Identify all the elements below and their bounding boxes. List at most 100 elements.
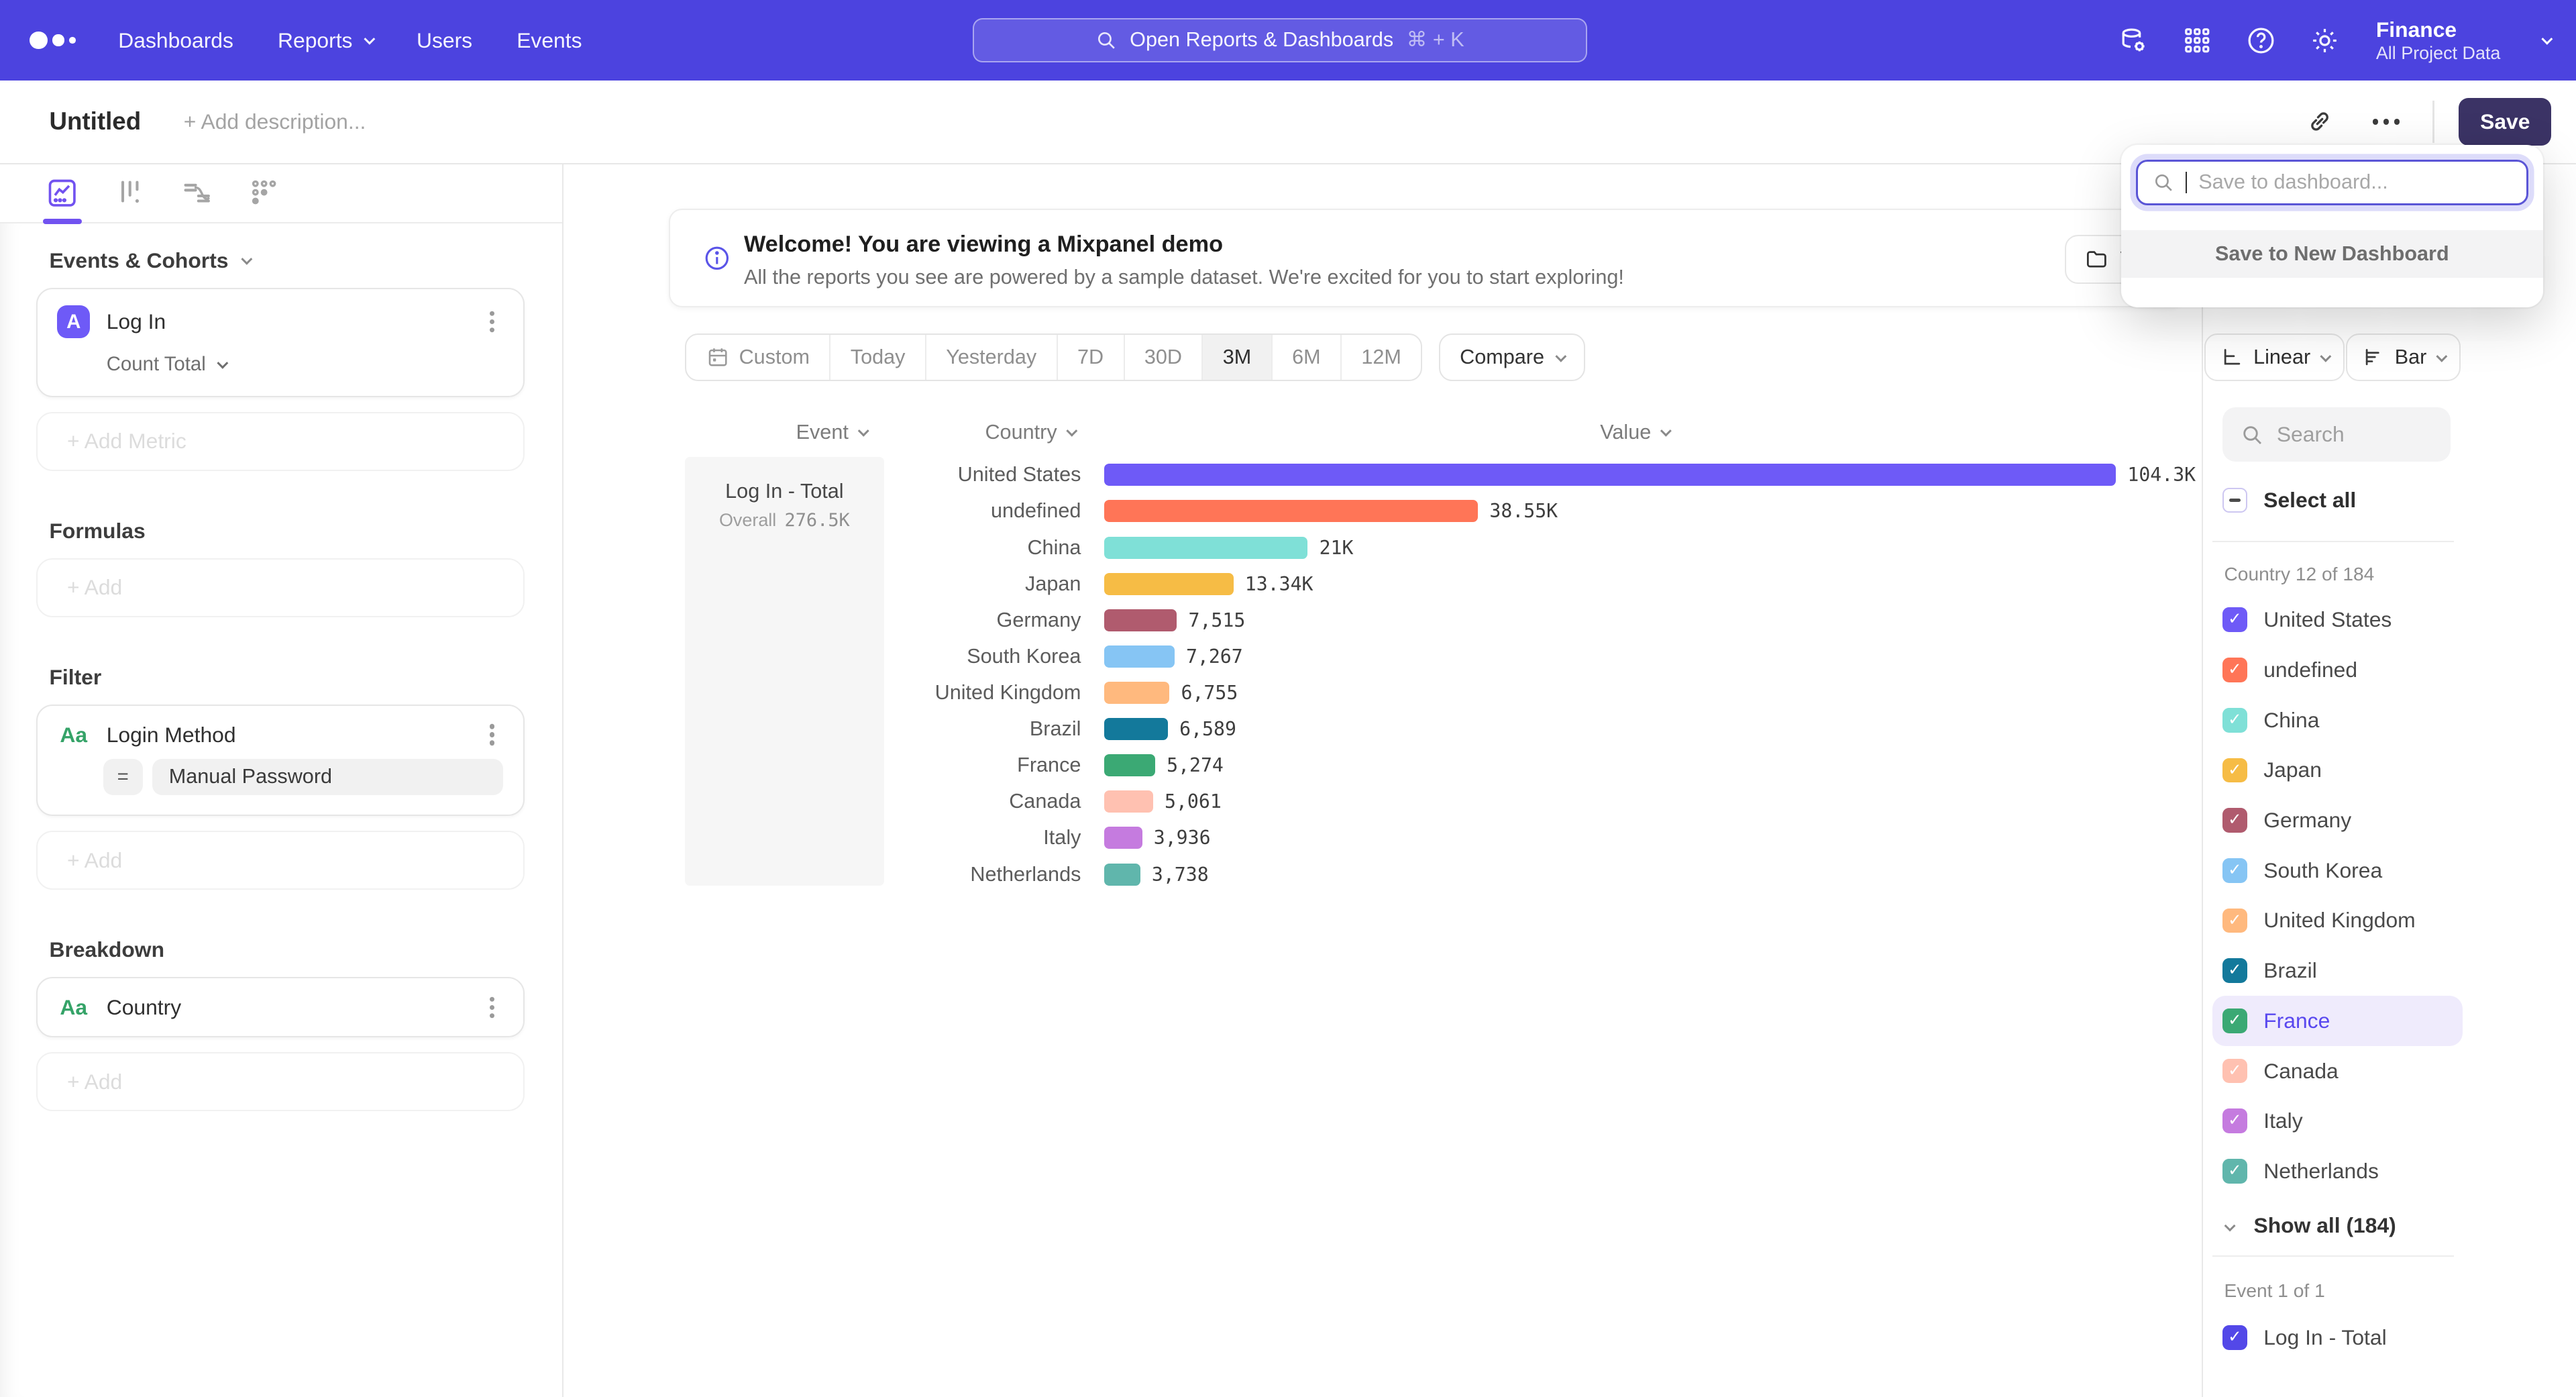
bar-segment[interactable] [1104,609,1177,631]
country-filter-item[interactable]: ✓Japan [2212,745,2462,796]
checkbox[interactable]: ✓ [2222,758,2247,783]
nav-reports[interactable]: Reports [278,28,372,53]
country-filter-item[interactable]: ✓France [2212,996,2462,1046]
country-filter-item[interactable]: ✓United Kingdom [2212,896,2462,946]
tab-insights[interactable] [43,168,83,217]
checkbox[interactable]: ✓ [2222,1325,2247,1350]
filter-kebab-menu[interactable] [480,732,503,737]
checkbox[interactable]: ✓ [2222,909,2247,933]
country-filter-item[interactable]: ✓China [2212,695,2462,745]
date-range-custom[interactable]: Custom [686,335,830,380]
country-filter-item[interactable]: ✓Netherlands [2212,1146,2462,1196]
country-filter-item[interactable]: ✓Germany [2212,795,2462,845]
date-range-today[interactable]: Today [830,335,926,380]
add-filter-button[interactable]: + Add [36,831,525,890]
top-nav: Dashboards Reports Users Events Open Rep… [0,0,2576,81]
checkbox[interactable]: ✓ [2222,708,2247,733]
chart-type-selector[interactable]: Bar [2346,333,2461,381]
bar-segment[interactable] [1104,682,1170,704]
nav-dashboards[interactable]: Dashboards [118,28,233,53]
bar-segment[interactable] [1104,464,2116,486]
date-range-30d[interactable]: 30D [1125,335,1203,380]
checkbox[interactable]: ✓ [2222,658,2247,682]
date-range-3m[interactable]: 3M [1203,335,1272,380]
metric-card[interactable]: A Log In Count Total [36,288,525,397]
bar-segment[interactable] [1104,754,1155,776]
filter-card[interactable]: Aa Login Method = Manual Password [36,705,525,816]
show-all-button[interactable]: Show all (184) [2212,1203,2396,1249]
date-range-6m[interactable]: 6M [1273,335,1342,380]
add-breakdown-button[interactable]: + Add [36,1052,525,1111]
filter-operator[interactable]: = [103,759,143,795]
country-filter-item[interactable]: ✓undefined [2212,645,2462,695]
tab-retention[interactable] [245,168,284,217]
bar-value-label: 7,515 [1189,609,1246,631]
bar-segment[interactable] [1104,864,1140,886]
report-title[interactable]: Untitled [49,107,141,136]
filter-property-name[interactable]: Login Method [107,723,464,747]
bar-segment[interactable] [1104,827,1142,849]
country-column-header[interactable]: Country [985,421,1075,444]
bar-segment[interactable] [1104,573,1234,595]
bar-segment[interactable] [1104,718,1168,740]
save-to-new-dashboard-button[interactable]: Save to New Dashboard [2121,230,2543,278]
help-icon[interactable] [2245,24,2277,57]
date-range-7d[interactable]: 7D [1058,335,1125,380]
country-filter-item[interactable]: ✓South Korea [2212,845,2462,896]
date-range-yesterday[interactable]: Yesterday [926,335,1058,380]
checkbox[interactable]: ✓ [2222,1159,2247,1184]
checkbox[interactable]: ✓ [2222,1059,2247,1084]
settings-gear-icon[interactable] [2308,24,2341,57]
date-range-12m[interactable]: 12M [1342,335,1421,380]
scale-selector[interactable]: Linear [2204,333,2345,381]
project-switcher[interactable]: Finance All Project Data [2376,17,2501,64]
add-formula-button[interactable]: + Add [36,558,525,617]
report-description-placeholder[interactable]: + Add description... [184,109,366,134]
country-filter-item[interactable]: ✓United States [2212,595,2462,645]
event-legend-item[interactable]: ✓ Log In - Total [2222,1314,2387,1361]
event-column-header[interactable]: Event [796,421,867,444]
checkbox[interactable]: ✓ [2222,808,2247,833]
legend-search-input[interactable] [2277,422,2424,447]
bar-segment[interactable] [1104,645,1175,668]
checkbox[interactable]: ✓ [2222,1108,2247,1133]
checkbox[interactable]: ✓ [2222,958,2247,983]
country-filter-item[interactable]: ✓Canada [2212,1046,2462,1096]
legend-search[interactable] [2222,407,2451,462]
country-filter-item[interactable]: ✓Brazil [2212,945,2462,996]
compare-button[interactable]: Compare [1439,333,1585,381]
indeterminate-checkbox[interactable] [2222,488,2247,513]
chart-row: Germany7,515 [564,602,2202,638]
checkbox[interactable]: ✓ [2222,607,2247,632]
global-search[interactable]: Open Reports & Dashboards ⌘ + K [973,18,1587,62]
bar-segment[interactable] [1104,500,1479,522]
value-column-header[interactable]: Value [1600,421,1669,444]
tab-flows[interactable] [177,168,217,217]
data-management-icon[interactable] [2116,24,2149,57]
bar-category-label: South Korea [564,645,1081,668]
select-all-toggle[interactable]: Select all [2222,488,2356,513]
bar-segment[interactable] [1104,537,1308,559]
breakdown-card[interactable]: Aa Country [36,977,525,1037]
more-options-button[interactable] [2373,119,2400,125]
aggregation-selector[interactable]: Count Total [107,353,504,376]
save-button[interactable]: Save [2459,98,2551,146]
save-dashboard-input[interactable]: Save to dashboard... [2136,160,2528,206]
filter-value[interactable]: Manual Password [152,759,503,795]
mixpanel-logo-icon[interactable] [30,32,76,50]
checkbox[interactable]: ✓ [2222,858,2247,883]
metric-event-name[interactable]: Log In [107,309,464,334]
apps-grid-icon[interactable] [2181,24,2214,57]
copy-link-icon[interactable] [2297,99,2343,145]
add-metric-button[interactable]: + Add Metric [36,412,525,471]
tab-funnels[interactable] [110,168,150,217]
breakdown-kebab-menu[interactable] [480,1005,503,1010]
checkbox[interactable]: ✓ [2222,1008,2247,1033]
events-cohorts-heading[interactable]: Events & Cohorts [49,248,524,273]
bar-segment[interactable] [1104,790,1153,813]
nav-users[interactable]: Users [417,28,472,53]
breakdown-property-name[interactable]: Country [107,995,464,1020]
nav-events[interactable]: Events [517,28,582,53]
country-filter-item[interactable]: ✓Italy [2212,1096,2462,1146]
metric-kebab-menu[interactable] [480,319,503,324]
